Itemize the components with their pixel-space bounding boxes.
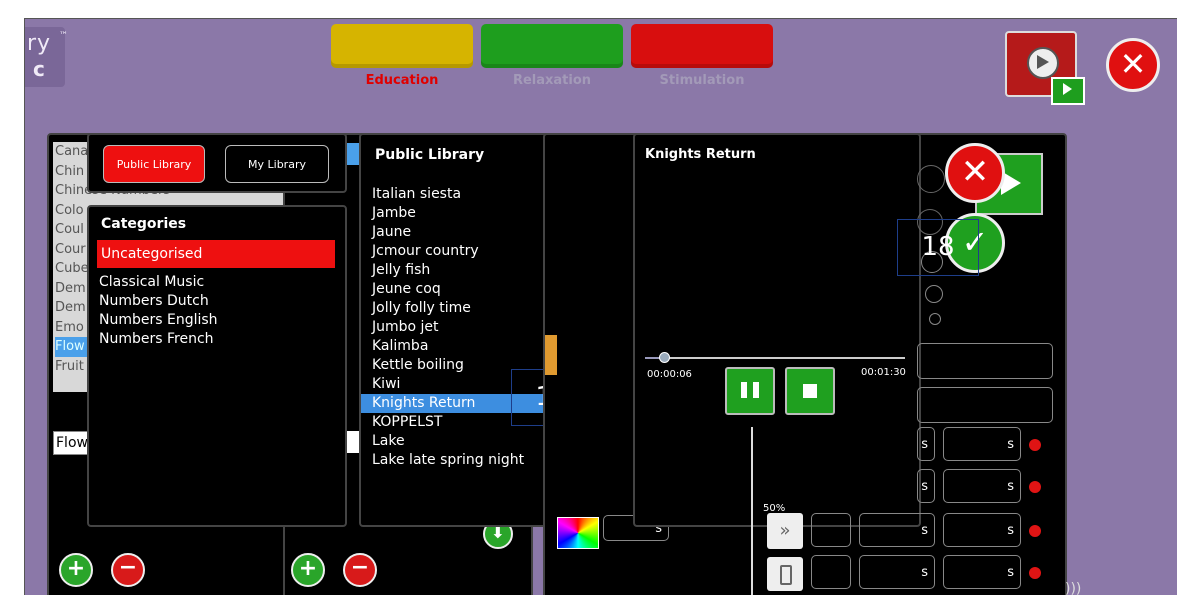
- tab-stimulation[interactable]: [631, 24, 773, 68]
- close-icon[interactable]: ✕: [1106, 38, 1160, 92]
- status-dot: [1029, 481, 1041, 493]
- option-circle[interactable]: [917, 165, 945, 193]
- app-logo: ry ™ c: [25, 27, 68, 87]
- text-field[interactable]: [917, 387, 1053, 423]
- library-switch-panel: Public Library My Library: [87, 133, 347, 193]
- my-library-button[interactable]: My Library: [225, 145, 329, 183]
- category-item[interactable]: Numbers Dutch: [92, 292, 332, 311]
- app-window: ry ™ c Education Relaxation Stimulation …: [24, 18, 1177, 595]
- s-field[interactable]: s: [943, 427, 1021, 461]
- player-panel: Knights Return 00:00:06 00:01:30 50%: [633, 133, 921, 527]
- s-field[interactable]: s: [943, 469, 1021, 503]
- logo-text-top: ry: [27, 31, 52, 56]
- s-field[interactable]: s: [859, 555, 935, 589]
- option-circle[interactable]: [929, 313, 941, 325]
- public-library-button[interactable]: Public Library: [103, 145, 205, 183]
- logo-text-bottom: c: [33, 57, 45, 81]
- total-time: 00:01:30: [861, 367, 906, 378]
- status-dot: [1029, 439, 1041, 451]
- progress-knob[interactable]: [659, 352, 671, 363]
- category-item[interactable]: Numbers French: [92, 330, 332, 349]
- public-library-title: Public Library: [375, 147, 485, 163]
- annotation-box-18: 18: [897, 219, 979, 276]
- category-item[interactable]: Classical Music: [92, 273, 332, 292]
- tab-stimulation-label: Stimulation: [659, 73, 745, 88]
- device-icon[interactable]: [767, 557, 803, 591]
- color-picker-icon[interactable]: [557, 517, 599, 549]
- box-field[interactable]: [811, 555, 851, 589]
- stop-button[interactable]: [785, 367, 835, 415]
- forward-icon[interactable]: »: [767, 513, 803, 549]
- remove-button[interactable]: −: [111, 553, 145, 587]
- tab-relaxation[interactable]: [481, 24, 623, 68]
- status-dot: [1029, 567, 1041, 579]
- add-button[interactable]: +: [59, 553, 93, 587]
- add-button-2[interactable]: +: [291, 553, 325, 587]
- s-field[interactable]: s: [943, 555, 1021, 589]
- logo-trademark: ™: [59, 31, 68, 41]
- pause-button[interactable]: [725, 367, 775, 415]
- categories-panel: Categories Uncategorised Classical Music…: [87, 205, 347, 527]
- status-dot: [1029, 525, 1041, 537]
- tab-education[interactable]: [331, 24, 473, 68]
- color-fragment: [545, 335, 557, 375]
- category-selected[interactable]: Uncategorised: [97, 240, 335, 268]
- s-field[interactable]: s: [943, 513, 1021, 547]
- sound-waves-icon: ))): [1065, 581, 1082, 595]
- text-field[interactable]: [917, 343, 1053, 379]
- cancel-icon[interactable]: ✕: [945, 143, 1005, 203]
- s-field[interactable]: s: [859, 513, 935, 547]
- progress-track[interactable]: [645, 357, 905, 359]
- categories-title: Categories: [101, 216, 187, 232]
- theater-icon[interactable]: [1005, 31, 1085, 105]
- tab-education-label: Education: [365, 73, 439, 88]
- option-circle[interactable]: [925, 285, 943, 303]
- elapsed-time: 00:00:06: [647, 369, 692, 380]
- remove-button-2[interactable]: −: [343, 553, 377, 587]
- tab-relaxation-label: Relaxation: [512, 73, 592, 88]
- player-title: Knights Return: [645, 147, 756, 162]
- category-item[interactable]: Numbers English: [92, 311, 332, 330]
- s-field[interactable]: s: [917, 427, 935, 461]
- box-field[interactable]: [811, 513, 851, 547]
- s-field[interactable]: s: [917, 469, 935, 503]
- divider: [751, 427, 753, 595]
